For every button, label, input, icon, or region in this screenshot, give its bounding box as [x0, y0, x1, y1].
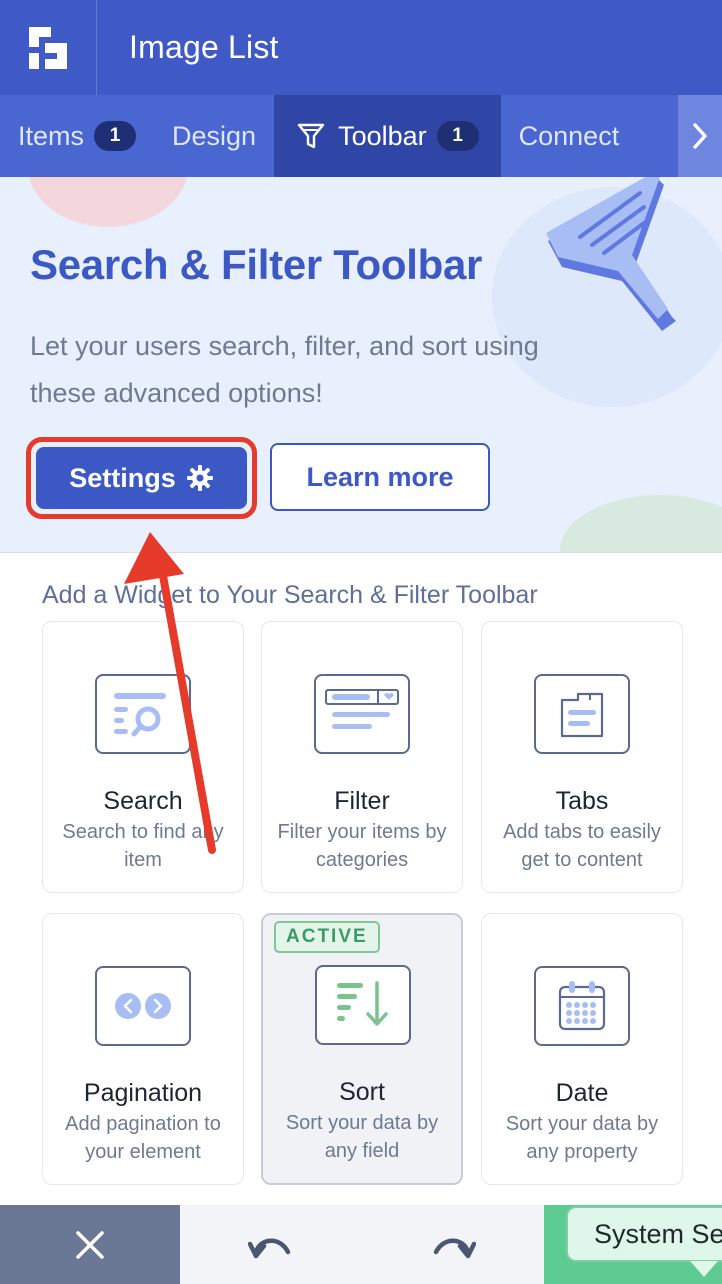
- tabs-next-button[interactable]: [678, 95, 722, 177]
- tab-toolbar-label: Toolbar: [338, 120, 427, 151]
- tab-items-label: Items: [18, 120, 85, 151]
- close-button[interactable]: [0, 1205, 180, 1284]
- widget-card-date[interactable]: Date Sort your data by any property: [481, 913, 683, 1185]
- tab-items-badge: 1: [94, 121, 137, 151]
- widget-description: Add pagination to your element: [65, 1113, 221, 1163]
- widget-description: Add tabs to easily get to content: [503, 821, 661, 871]
- tab-bar: Items 1 Design Toolbar 1 Connect: [0, 95, 722, 177]
- settings-highlight: Settings: [26, 437, 257, 519]
- widget-card-tabs[interactable]: Tabs Add tabs to easily get to content: [481, 621, 683, 893]
- hero-description: Let your users search, filter, and sort …: [30, 331, 539, 408]
- tab-toolbar-badge: 1: [436, 121, 479, 151]
- settings-label: Settings: [69, 462, 176, 493]
- tab-design-label: Design: [172, 120, 257, 151]
- widget-card-search[interactable]: Search Search to find any item: [42, 621, 244, 893]
- widget-title: Tabs: [555, 787, 609, 815]
- calendar-widget-icon: [534, 966, 630, 1046]
- widget-description: Sort your data by any field: [285, 1112, 439, 1162]
- system-settings-tooltip: System Se: [566, 1206, 722, 1262]
- pagination-widget-icon: [95, 966, 191, 1046]
- tab-connect[interactable]: Connect: [501, 95, 638, 177]
- widget-description: Filter your items by categories: [277, 821, 447, 871]
- tooltip-tail: [690, 1261, 718, 1277]
- filter-widget-icon: [314, 674, 410, 754]
- widget-title: Pagination: [83, 1079, 203, 1107]
- widget-description: Search to find any item: [62, 821, 224, 871]
- active-badge: ACTIVE: [274, 921, 380, 953]
- decor-blob: [560, 495, 722, 552]
- tabs-widget-icon: [534, 674, 630, 754]
- hero-title: Search & Filter Toolbar: [30, 241, 483, 288]
- tab-connect-label: Connect: [518, 120, 620, 151]
- app-header: Image List: [0, 0, 722, 95]
- widget-card-sort[interactable]: ACTIVE Sort Sort your data by any field: [261, 913, 463, 1185]
- widget-card-filter[interactable]: Filter Filter your items by categories: [261, 621, 463, 893]
- widget-title: Sort: [339, 1078, 385, 1106]
- app-title: Image List: [129, 29, 279, 65]
- search-widget-icon: [95, 674, 191, 754]
- widget-description: Sort your data by any property: [505, 1113, 659, 1163]
- tab-design[interactable]: Design: [154, 95, 274, 177]
- app-logo-icon: [29, 26, 67, 69]
- gear-icon: [186, 464, 214, 492]
- close-icon: [76, 1230, 104, 1259]
- widget-card-pagination[interactable]: Pagination Add pagination to your elemen…: [42, 913, 244, 1185]
- tab-items[interactable]: Items 1: [0, 95, 154, 177]
- decor-blob: [28, 177, 188, 227]
- chevron-right-icon: [693, 123, 707, 149]
- app-logo[interactable]: [0, 0, 97, 95]
- learn-more-button[interactable]: Learn more: [270, 443, 490, 511]
- undo-button[interactable]: [230, 1205, 310, 1284]
- widget-title: Search: [103, 787, 183, 815]
- settings-button[interactable]: Settings: [36, 447, 247, 509]
- widget-title: Date: [555, 1079, 609, 1107]
- redo-button[interactable]: [414, 1205, 494, 1284]
- widget-title: Filter: [334, 787, 390, 815]
- tab-toolbar[interactable]: Toolbar 1: [274, 95, 501, 177]
- hero-banner: Search & Filter Toolbar Let your users s…: [0, 177, 722, 553]
- undo-icon: [248, 1238, 291, 1258]
- widgets-heading: Add a Widget to Your Search & Filter Too…: [42, 581, 538, 609]
- funnel-illustration-icon: [546, 177, 676, 331]
- sort-widget-icon: [315, 965, 411, 1045]
- filter-icon: [296, 121, 326, 151]
- redo-icon: [433, 1238, 476, 1258]
